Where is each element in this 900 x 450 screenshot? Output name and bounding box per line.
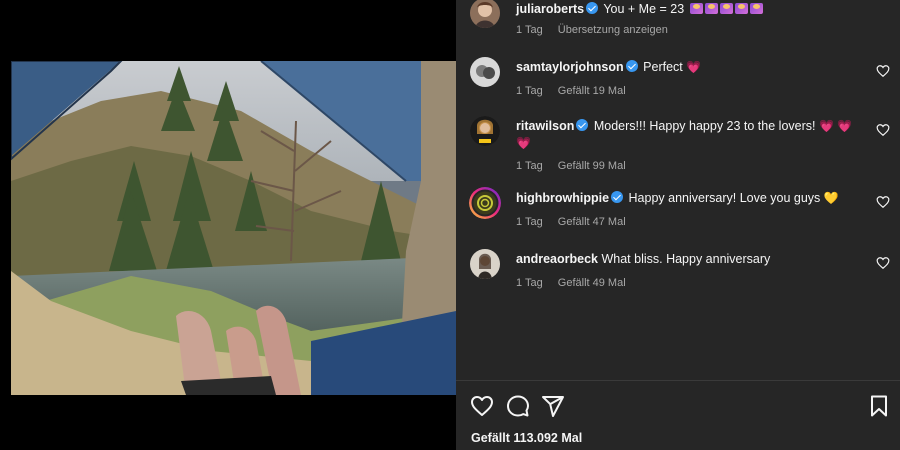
post-media	[0, 0, 456, 450]
username[interactable]: highbrowhippie	[516, 191, 609, 205]
verified-badge-icon	[611, 191, 624, 203]
verified-badge-icon	[576, 119, 589, 131]
heart-emoji: 💛	[823, 191, 839, 205]
camping-photo	[11, 61, 456, 395]
avatar[interactable]	[470, 57, 500, 87]
emoji-icon	[734, 3, 748, 14]
comment-meta: 1 Tag Gefällt 47 Mal	[516, 214, 866, 231]
comment-likes[interactable]: Gefällt 99 Mal	[558, 160, 626, 172]
comment-meta: 1 Tag Übersetzung anzeigen	[516, 22, 866, 39]
comment-text: What bliss. Happy anniversary	[601, 252, 771, 266]
avatar[interactable]	[469, 187, 501, 219]
emoji-icon	[704, 3, 718, 14]
comment-time[interactable]: 1 Tag	[516, 24, 543, 36]
comment-likes[interactable]: Gefällt 47 Mal	[558, 216, 626, 228]
post-likes-count[interactable]: Gefällt 113.092 Mal	[471, 431, 582, 445]
username[interactable]: samtaylorjohnson	[516, 60, 624, 74]
translate-link[interactable]: Übersetzung anzeigen	[558, 24, 668, 36]
comment-time[interactable]: 1 Tag	[516, 216, 543, 228]
avatar[interactable]	[470, 0, 500, 28]
comment-text: Happy anniversary! Love you guys	[628, 191, 821, 205]
comment-text: Perfect	[643, 60, 683, 74]
bookmark-icon[interactable]	[867, 394, 891, 418]
share-icon[interactable]	[541, 394, 565, 418]
emoji-icon	[749, 3, 763, 14]
comment-meta: 1 Tag Gefällt 19 Mal	[516, 83, 866, 100]
comment-like-heart-icon[interactable]	[876, 123, 890, 137]
comment-meta: 1 Tag Gefällt 49 Mal	[516, 275, 866, 292]
comment-meta: 1 Tag Gefällt 99 Mal	[516, 158, 866, 175]
comment-time[interactable]: 1 Tag	[516, 277, 543, 289]
comment-time[interactable]: 1 Tag	[516, 160, 543, 172]
heart-icon[interactable]	[470, 394, 494, 418]
username[interactable]: andreaorbeck	[516, 252, 598, 266]
comment-like-heart-icon[interactable]	[876, 195, 890, 209]
avatar[interactable]	[470, 116, 500, 146]
comment-time[interactable]: 1 Tag	[516, 85, 543, 97]
comment-like-heart-icon[interactable]	[876, 256, 890, 270]
username[interactable]: ritawilson	[516, 119, 574, 133]
heart-emoji: 💗	[686, 60, 702, 74]
comments-panel: juliaroberts You + Me = 23 1 Tag Überset…	[456, 0, 900, 450]
username[interactable]: juliaroberts	[516, 2, 584, 16]
avatar[interactable]	[470, 249, 500, 279]
comment-text: Moders!!! Happy happy 23 to the lovers!	[593, 119, 816, 133]
emoji-icon	[719, 3, 733, 14]
emoji-icon	[689, 3, 703, 14]
post-action-bar: Gefällt 113.092 Mal	[456, 380, 900, 450]
comment-icon[interactable]	[506, 394, 530, 418]
comment-likes[interactable]: Gefällt 19 Mal	[558, 85, 626, 97]
comment-like-heart-icon[interactable]	[876, 64, 890, 78]
emoji-row	[688, 2, 763, 16]
comment-likes[interactable]: Gefällt 49 Mal	[558, 277, 626, 289]
comment-text: You + Me = 23	[603, 2, 685, 16]
verified-badge-icon	[625, 60, 638, 72]
post-photo[interactable]	[11, 61, 456, 395]
verified-badge-icon	[586, 2, 599, 14]
